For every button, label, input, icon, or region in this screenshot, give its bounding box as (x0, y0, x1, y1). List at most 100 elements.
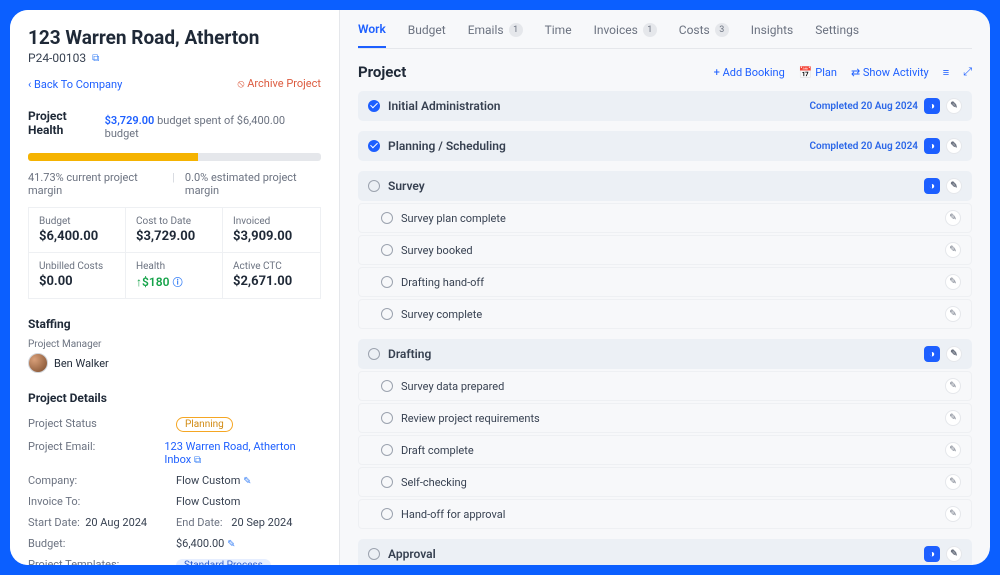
pm-label: Project Manager (28, 339, 321, 350)
circle-icon[interactable] (368, 180, 380, 192)
task-row[interactable]: Hand-off for approval ✎ (358, 499, 972, 529)
task-row[interactable]: Survey data prepared ✎ (358, 371, 972, 401)
tab-insights[interactable]: Insights (751, 22, 793, 48)
stage-header[interactable]: Survey ◑ ✎ (358, 171, 972, 201)
edit-icon[interactable]: ✎ (243, 476, 251, 487)
project-email-link[interactable]: 123 Warren Road, Atherton Inbox (164, 440, 295, 466)
detail-row: Start Date: 20 Aug 2024End Date: 20 Sep … (28, 512, 321, 533)
task-row[interactable]: Draft complete ✎ (358, 435, 972, 465)
project-health-heading: Project Health (28, 109, 105, 137)
tab-time[interactable]: Time (545, 22, 572, 48)
task-row[interactable]: Self-checking ✎ (358, 467, 972, 497)
circle-icon[interactable] (381, 508, 393, 520)
tab-badge: 1 (643, 23, 657, 37)
budget-progress-bar (28, 153, 321, 161)
archive-project-link[interactable]: ⦸ Archive Project (237, 77, 321, 91)
back-to-company-link[interactable]: ‹ Back To Company (28, 78, 122, 91)
stage-status-icon[interactable]: ◑ (924, 98, 940, 114)
detail-row: Invoice To:Flow Custom (28, 491, 321, 512)
show-activity-button[interactable]: ⇄ Show Activity (851, 66, 929, 79)
stat-cost-to-date: Cost to Date$3,729.00 (126, 208, 223, 252)
stage-header[interactable]: Approval ◑ ✎ (358, 539, 972, 565)
circle-icon[interactable] (381, 308, 393, 320)
info-icon[interactable]: ⓘ (173, 278, 183, 289)
circle-icon[interactable] (368, 548, 380, 560)
edit-icon[interactable]: ✎ (945, 242, 961, 258)
estimated-margin: 0.0% estimated project margin (185, 171, 321, 197)
stage-status-icon[interactable]: ◑ (924, 546, 940, 562)
circle-icon[interactable] (381, 412, 393, 424)
tab-emails[interactable]: Emails 1 (468, 22, 523, 48)
edit-icon[interactable]: ✎ (945, 442, 961, 458)
completed-label: Completed 20 Aug 2024 (810, 101, 918, 112)
edit-icon[interactable]: ✎ (945, 474, 961, 490)
staffing-heading: Staffing (28, 317, 321, 331)
copy-icon[interactable]: ⧉ (92, 53, 99, 64)
stat-active-ctc: Active CTC$2,671.00 (223, 252, 320, 298)
tab-badge: 1 (509, 23, 523, 37)
stage-status-icon[interactable]: ◑ (924, 346, 940, 362)
detail-row: Project Templates:Standard Process (28, 554, 321, 565)
edit-icon[interactable]: ✎ (945, 306, 961, 322)
circle-icon[interactable] (381, 476, 393, 488)
tab-invoices[interactable]: Invoices 1 (594, 22, 657, 48)
expand-icon[interactable]: ⤢ (963, 65, 972, 79)
circle-icon[interactable] (381, 244, 393, 256)
task-name: Survey complete (401, 308, 482, 321)
plan-button[interactable]: 📅 Plan (799, 66, 837, 79)
stage-name: Approval (388, 547, 436, 561)
stat-invoiced: Invoiced$3,909.00 (223, 208, 320, 252)
task-row[interactable]: Drafting hand-off ✎ (358, 267, 972, 297)
task-row[interactable]: Survey complete ✎ (358, 299, 972, 329)
task-row[interactable]: Survey booked ✎ (358, 235, 972, 265)
circle-icon[interactable] (368, 348, 380, 360)
add-booking-button[interactable]: + Add Booking (714, 66, 785, 79)
project-details-heading: Project Details (28, 391, 321, 405)
copy-icon[interactable]: ⧉ (194, 455, 201, 466)
stage-name: Survey (388, 179, 425, 193)
task-name: Draft complete (401, 444, 474, 457)
circle-icon[interactable] (381, 380, 393, 392)
edit-icon[interactable]: ✎ (946, 98, 962, 114)
stage-header[interactable]: Initial Administration Completed 20 Aug … (358, 91, 972, 121)
filter-icon[interactable]: ≡ (943, 66, 949, 79)
stage-header[interactable]: Planning / Scheduling Completed 20 Aug 2… (358, 131, 972, 161)
completed-label: Completed 20 Aug 2024 (810, 141, 918, 152)
tab-costs[interactable]: Costs 3 (679, 22, 729, 48)
task-name: Hand-off for approval (401, 508, 505, 521)
circle-icon[interactable] (381, 276, 393, 288)
edit-icon[interactable]: ✎ (945, 506, 961, 522)
circle-icon[interactable] (381, 444, 393, 456)
edit-icon[interactable]: ✎ (945, 274, 961, 290)
status-badge: Planning (176, 417, 233, 432)
stage-status-icon[interactable]: ◑ (924, 138, 940, 154)
stage-name: Drafting (388, 347, 431, 361)
edit-icon[interactable]: ✎ (946, 346, 962, 362)
tab-settings[interactable]: Settings (815, 22, 859, 48)
stage-name: Initial Administration (388, 99, 501, 113)
check-circle-icon[interactable] (368, 100, 380, 112)
edit-icon[interactable]: ✎ (227, 539, 235, 550)
task-name: Survey plan complete (401, 212, 506, 225)
check-circle-icon[interactable] (368, 140, 380, 152)
stat-health: Health↑$180 ⓘ (126, 252, 223, 298)
edit-icon[interactable]: ✎ (945, 210, 961, 226)
task-name: Survey booked (401, 244, 473, 257)
detail-row: Budget:$6,400.00 ✎ (28, 533, 321, 554)
work-heading: Project (358, 63, 406, 81)
edit-icon[interactable]: ✎ (945, 410, 961, 426)
edit-icon[interactable]: ✎ (945, 378, 961, 394)
tab-budget[interactable]: Budget (408, 22, 446, 48)
stage-status-icon[interactable]: ◑ (924, 178, 940, 194)
edit-icon[interactable]: ✎ (946, 178, 962, 194)
circle-icon[interactable] (381, 212, 393, 224)
task-name: Drafting hand-off (401, 276, 484, 289)
stage-name: Planning / Scheduling (388, 139, 506, 153)
edit-icon[interactable]: ✎ (946, 546, 962, 562)
tab-work[interactable]: Work (358, 22, 386, 48)
task-row[interactable]: Survey plan complete ✎ (358, 203, 972, 233)
task-row[interactable]: Review project requirements ✎ (358, 403, 972, 433)
edit-icon[interactable]: ✎ (946, 138, 962, 154)
stage-header[interactable]: Drafting ◑ ✎ (358, 339, 972, 369)
task-name: Self-checking (401, 476, 467, 489)
